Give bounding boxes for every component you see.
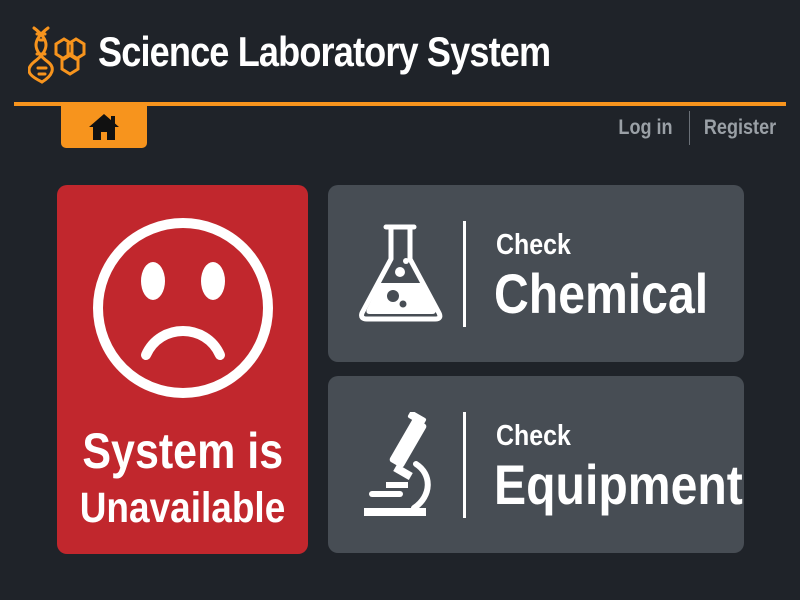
card-kicker: Check bbox=[496, 420, 571, 452]
dna-logo-icon bbox=[27, 24, 86, 84]
check-equipment-button[interactable]: Check Equipment bbox=[328, 376, 744, 553]
status-message-line2-text: Unavailable bbox=[79, 484, 286, 532]
flask-icon bbox=[356, 221, 446, 327]
app-screen: Science Laboratory System Log in Registe… bbox=[0, 0, 800, 600]
auth-links: Log in Register bbox=[614, 111, 782, 145]
home-icon bbox=[89, 114, 119, 140]
system-status-card: System is Unavailable bbox=[57, 185, 308, 554]
app-title: Science Laboratory System bbox=[98, 28, 551, 75]
auth-separator bbox=[688, 111, 690, 145]
home-button[interactable] bbox=[61, 106, 147, 148]
card-title: Chemical bbox=[494, 262, 709, 325]
status-message-line1: System is bbox=[57, 423, 308, 479]
login-link[interactable]: Log in bbox=[618, 116, 672, 140]
status-message-line1-text: System is bbox=[82, 423, 283, 479]
register-link[interactable]: Register bbox=[704, 116, 776, 140]
check-chemical-button[interactable]: Check Chemical bbox=[328, 185, 744, 362]
card-title: Equipment bbox=[494, 453, 743, 516]
status-message-line2: Unavailable bbox=[57, 483, 308, 533]
card-divider bbox=[463, 412, 466, 518]
card-kicker: Check bbox=[496, 229, 571, 261]
microscope-icon bbox=[356, 410, 446, 518]
card-divider bbox=[463, 221, 466, 327]
sad-face-icon bbox=[90, 215, 276, 401]
